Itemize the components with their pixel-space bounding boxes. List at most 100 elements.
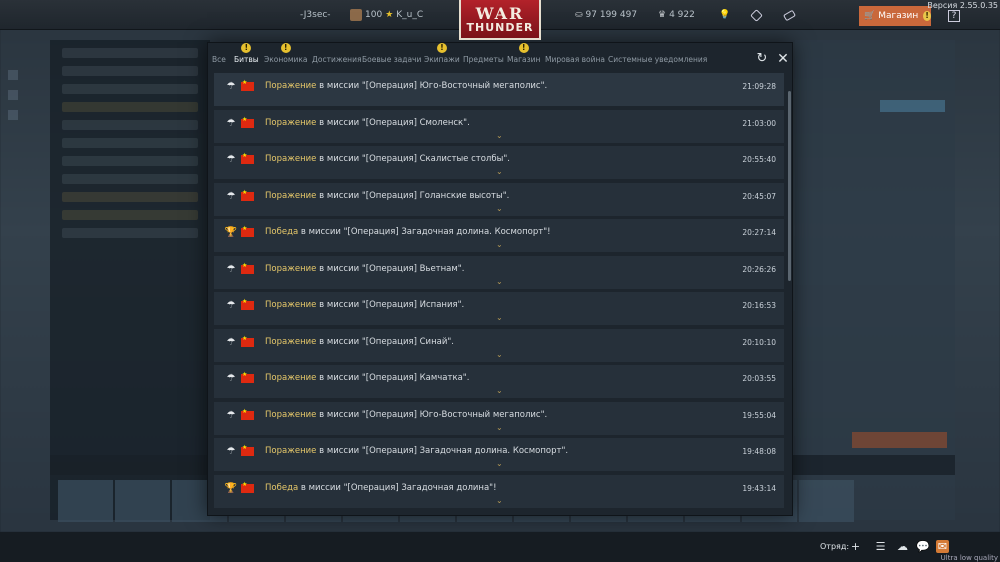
notification-item[interactable]: ☂ Поражение в миссии "[Операция] Голански…: [214, 182, 784, 216]
player-nickname: K_u_C: [396, 10, 424, 20]
tab-world-war[interactable]: Мировая война: [545, 55, 605, 64]
help-button[interactable]: ?: [948, 10, 960, 22]
refresh-icon[interactable]: ↻: [755, 52, 769, 66]
mission-name: "[Операция] Смоленск".: [361, 117, 470, 128]
trophy-icon: 🏆: [224, 227, 238, 238]
message-connector: в миссии: [319, 373, 360, 383]
battle-result: Поражение: [265, 81, 317, 91]
expand-chevron-icon[interactable]: ⌄: [496, 350, 503, 359]
lightbulb-icon[interactable]: 💡: [719, 0, 730, 30]
notification-time: 20:55:40: [742, 155, 776, 164]
battle-result: Поражение: [265, 336, 317, 347]
message-connector: в миссии: [300, 482, 341, 493]
china-flag-icon: [241, 335, 254, 347]
china-flag-icon: [241, 189, 254, 201]
research-points-balance[interactable]: ♛ 4 922: [658, 0, 695, 30]
tab-economy[interactable]: ! Экономика: [264, 43, 308, 64]
notification-message: Поражение в миссии "[Операция] Голанские…: [265, 191, 509, 201]
notification-list[interactable]: ☂ Поражение в миссии "[Операция] Юго-Вост…: [214, 73, 784, 513]
notification-item[interactable]: ☂ Поражение в миссии "[Операция] Скалисты…: [214, 146, 784, 179]
notification-tabs: Все ! Битвы ! Экономика Достижения Боевые …: [208, 43, 748, 73]
notification-item[interactable]: ☂ Поражение в миссии "[Операция] Юго-Вост…: [214, 401, 784, 435]
chat-icon[interactable]: 💬: [916, 540, 930, 553]
warning-icon: !: [280, 43, 291, 53]
expand-chevron-icon[interactable]: ⌄: [496, 204, 503, 213]
notification-time: 19:43:14: [742, 483, 776, 493]
notification-time: 20:03:55: [742, 374, 776, 383]
squad-tag[interactable]: -J3sec-: [300, 0, 331, 30]
notification-item[interactable]: ☂ Поражение в миссии "[Операция] Юго-Вост…: [214, 73, 784, 106]
warning-icon: !: [241, 43, 252, 53]
notification-time: 21:03:00: [742, 118, 776, 128]
war-thunder-logo: WAR THUNDER: [459, 0, 541, 40]
battle-result: Победа: [265, 227, 299, 237]
silver-lions-balance[interactable]: ⛀ 97 199 497: [575, 0, 637, 30]
expand-chevron-icon[interactable]: ⌄: [496, 423, 503, 432]
expand-chevron-icon[interactable]: ⌄: [496, 386, 503, 395]
background-right-panel: [795, 40, 955, 520]
mission-name: "[Операция] Скалистые столбы".: [361, 154, 510, 164]
expand-chevron-icon[interactable]: ⌄: [496, 313, 503, 322]
contacts-icon[interactable]: ☁: [896, 540, 909, 553]
expand-chevron-icon[interactable]: ⌄: [496, 277, 503, 286]
tab-store[interactable]: ! Магазин: [507, 43, 540, 64]
battle-result: Поражение: [265, 154, 317, 164]
warning-icon: !: [518, 43, 529, 53]
player-profile[interactable]: 100 ★ K_u_C: [350, 0, 423, 30]
list-icon[interactable]: ☰: [874, 540, 887, 553]
expand-chevron-icon[interactable]: ⌄: [496, 496, 503, 505]
message-connector: в миссии: [319, 409, 360, 420]
tab-crews[interactable]: ! Экипажи: [424, 43, 460, 64]
battle-result: Поражение: [265, 190, 317, 201]
china-flag-icon: [241, 152, 254, 164]
expand-chevron-icon[interactable]: ⌄: [496, 131, 503, 140]
notification-message: Поражение в миссии "[Операция] Синай".: [265, 337, 454, 347]
notification-item[interactable]: 🏆 Победа в миссии "[Операция] Загадочная …: [214, 219, 784, 252]
background-side-icons: [8, 70, 20, 150]
expand-chevron-icon[interactable]: ⌄: [496, 167, 503, 176]
add-squad-member-icon[interactable]: +: [849, 540, 862, 553]
battle-result: Поражение: [265, 263, 317, 274]
message-connector: в миссии: [319, 300, 360, 310]
mission-name: "[Операция] Синай".: [361, 336, 454, 347]
notification-item[interactable]: 🏆 Победа в миссии "[Операция] Загадочная …: [214, 474, 784, 508]
expand-chevron-icon[interactable]: ⌄: [496, 240, 503, 249]
china-flag-icon: [241, 444, 254, 456]
notification-time: 20:10:10: [742, 337, 776, 347]
parachute-icon: ☂: [226, 409, 236, 421]
notifications-dialog: Все ! Битвы ! Экономика Достижения Боевые …: [207, 42, 793, 516]
tab-system-notifications[interactable]: Системные уведомления: [608, 55, 707, 64]
mail-icon[interactable]: ✉: [936, 540, 949, 553]
expand-chevron-icon[interactable]: ⌄: [496, 459, 503, 468]
battle-result: Поражение: [265, 373, 317, 383]
top-bar: -J3sec- 100 ★ K_u_C WAR THUNDER ⛀ 97 199…: [0, 0, 1000, 40]
notification-item[interactable]: ☂ Поражение в миссии "[Операция] Смоленск…: [214, 109, 784, 143]
shop-button[interactable]: 🛒 Магазин !: [859, 6, 931, 26]
tab-all[interactable]: Все: [212, 55, 226, 64]
china-flag-icon: [241, 298, 254, 310]
background-events-panel: [50, 40, 210, 520]
close-icon[interactable]: ✕: [776, 52, 790, 66]
parachute-icon: ☂: [226, 336, 236, 348]
silver-lions-icon: ⛀: [575, 10, 583, 20]
parachute-icon: ☂: [226, 117, 236, 129]
notification-message: Поражение в миссии "[Операция] Вьетнам".: [265, 264, 464, 274]
notification-item[interactable]: ☂ Поражение в миссии "[Операция] Вьетнам"…: [214, 255, 784, 289]
crate-icon[interactable]: [750, 0, 763, 30]
notification-item[interactable]: ☂ Поражение в миссии "[Операция] Загадочн…: [214, 438, 784, 471]
notification-item[interactable]: ☂ Поражение в миссии "[Операция] Камчатка…: [214, 365, 784, 398]
coupon-icon[interactable]: [782, 0, 797, 30]
notification-time: 21:09:28: [742, 82, 776, 91]
notification-item[interactable]: ☂ Поражение в миссии "[Операция] Синай". 2…: [214, 328, 784, 362]
tab-achievements[interactable]: Достижения: [312, 55, 361, 64]
china-flag-icon: [241, 262, 254, 274]
tab-battles[interactable]: ! Битвы: [234, 43, 259, 64]
tab-items[interactable]: Предметы: [463, 55, 504, 64]
parachute-icon: ☂: [226, 373, 236, 384]
notification-item[interactable]: ☂ Поражение в миссии "[Операция] Испания"…: [214, 292, 784, 325]
scrollbar[interactable]: [788, 91, 791, 281]
tab-battle-tasks[interactable]: Боевые задачи: [362, 55, 421, 64]
notification-message: Поражение в миссии "[Операция] Загадочна…: [265, 446, 568, 456]
notification-message: Поражение в миссии "[Операция] Скалистые…: [265, 154, 510, 164]
parachute-icon: ☂: [226, 300, 236, 311]
